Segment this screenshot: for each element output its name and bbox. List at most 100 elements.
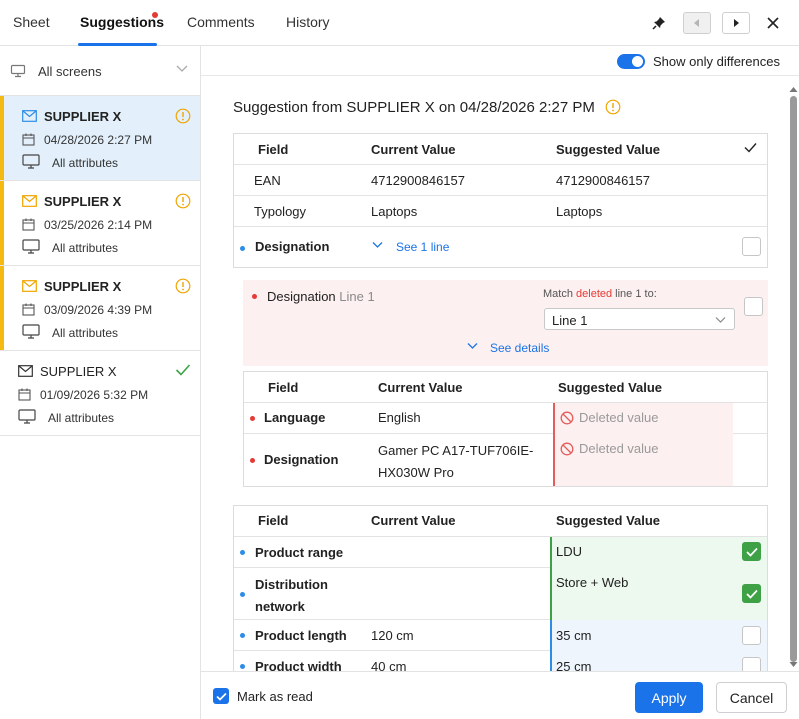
row-checkbox[interactable] xyxy=(742,542,761,561)
warning-icon xyxy=(175,108,191,124)
field-cell: Product length xyxy=(255,628,347,643)
table-header-row: Field Current Value Suggested Value xyxy=(234,506,767,537)
suggestion-table: Field Current Value Suggested Value EAN … xyxy=(233,133,768,268)
monitor-icon xyxy=(10,64,26,78)
deleted-bullet xyxy=(250,458,255,463)
suggestion-card[interactable]: SUPPLIER X 03/25/2026 2:14 PM All attrib… xyxy=(0,181,200,266)
pin-icon[interactable] xyxy=(647,12,671,34)
next-button[interactable] xyxy=(722,12,750,34)
header-suggested: Suggested Value xyxy=(558,380,663,395)
change-bullet xyxy=(240,246,245,251)
current-cell: English xyxy=(378,410,421,425)
row-checkbox[interactable] xyxy=(742,626,761,645)
select-value: Line 1 xyxy=(552,313,588,328)
card-scope: All attributes xyxy=(52,241,119,255)
previous-button[interactable] xyxy=(683,12,711,34)
tab-comments[interactable]: Comments xyxy=(187,14,255,30)
mark-as-read-checkbox[interactable] xyxy=(213,688,229,704)
card-date: 01/09/2026 5:32 PM xyxy=(40,388,149,402)
suggestion-table: Field Current Value Suggested Value Prod… xyxy=(233,505,768,671)
table-row: Distribution network Store + Web xyxy=(234,568,767,620)
change-bullet xyxy=(240,664,245,669)
change-bullet xyxy=(240,592,245,597)
see-lines-link[interactable]: See 1 line xyxy=(396,240,449,254)
warning-icon xyxy=(175,193,191,209)
accepted-value-cell xyxy=(550,537,767,568)
cancel-button[interactable]: Cancel xyxy=(716,682,787,713)
chevron-down-icon[interactable] xyxy=(372,241,383,249)
chevron-down-icon xyxy=(176,65,188,73)
screens-selector[interactable]: All screens xyxy=(0,46,200,96)
field-cell: Typology xyxy=(254,204,307,219)
field-cell: Designation xyxy=(255,239,330,254)
card-title: SUPPLIER X xyxy=(44,194,122,209)
calendar-icon xyxy=(18,388,31,401)
suggested-cell: Laptops xyxy=(556,204,603,219)
suggested-cell: 35 cm xyxy=(556,628,592,643)
action-footer: Mark as read Apply Cancel xyxy=(201,671,799,719)
deleted-bullet xyxy=(252,294,257,299)
card-date: 04/28/2026 2:27 PM xyxy=(44,133,153,147)
line-checkbox[interactable] xyxy=(744,297,763,316)
card-scope: All attributes xyxy=(52,156,119,170)
mail-icon xyxy=(22,195,37,207)
row-checkbox[interactable] xyxy=(742,657,761,671)
card-title: SUPPLIER X xyxy=(44,109,122,124)
header-suggested: Suggested Value xyxy=(556,513,661,528)
apply-button[interactable]: Apply xyxy=(635,682,703,713)
vertical-scrollbar[interactable] xyxy=(788,86,798,670)
see-details-link[interactable]: See details xyxy=(490,341,549,355)
deleted-bullet xyxy=(250,416,255,421)
close-icon[interactable] xyxy=(761,12,785,34)
header-current: Current Value xyxy=(371,142,456,157)
suggested-cell: 25 cm xyxy=(556,659,592,671)
header-field: Field xyxy=(268,380,299,395)
differences-toggle-row: Show only differences xyxy=(201,46,799,76)
chevron-down-icon[interactable] xyxy=(467,342,478,350)
pending-indicator-bar xyxy=(0,181,4,265)
table-row: Designation Gamer PC A17-TUF706IE-HX030W… xyxy=(244,434,767,486)
table-row: Typology Laptops Laptops xyxy=(234,196,767,227)
header-current: Current Value xyxy=(378,380,463,395)
suggested-cell: Store + Web xyxy=(556,575,629,590)
deleted-value-text: Deleted value xyxy=(579,441,659,456)
warning-icon xyxy=(605,99,621,115)
suggestion-heading: Suggestion from SUPPLIER X on 04/28/2026… xyxy=(233,96,621,116)
calendar-icon xyxy=(22,303,35,316)
select-all-check-icon[interactable] xyxy=(744,142,757,153)
calendar-icon xyxy=(22,218,35,231)
row-checkbox[interactable] xyxy=(742,237,761,256)
pending-indicator-bar xyxy=(0,96,4,180)
show-differences-toggle[interactable] xyxy=(617,54,645,69)
mail-icon xyxy=(18,365,33,377)
tab-sheet[interactable]: Sheet xyxy=(13,14,50,30)
suggestion-card[interactable]: SUPPLIER X 01/09/2026 5:32 PM All attrib… xyxy=(0,351,200,436)
suggested-cell: LDU xyxy=(556,544,583,559)
line-match-select[interactable]: Line 1 xyxy=(544,308,735,330)
row-checkbox[interactable] xyxy=(742,584,761,603)
prohibited-icon xyxy=(560,442,574,456)
checkmark-icon xyxy=(175,363,191,377)
notification-dot xyxy=(152,12,158,18)
mail-icon xyxy=(22,280,37,292)
field-cell: EAN xyxy=(254,173,281,188)
table-header-row: Field Current Value Suggested Value xyxy=(234,134,767,165)
scroll-down-arrow-icon xyxy=(789,662,798,667)
header-field: Field xyxy=(258,142,289,157)
header-current: Current Value xyxy=(371,513,456,528)
monitor-icon xyxy=(22,154,40,169)
suggestion-card[interactable]: SUPPLIER X 04/28/2026 2:27 PM All attrib… xyxy=(0,96,200,181)
suggestion-card[interactable]: SUPPLIER X 03/09/2026 4:39 PM All attrib… xyxy=(0,266,200,351)
toggle-knob xyxy=(632,56,643,67)
line-details-table: Field Current Value Suggested Value Lang… xyxy=(243,371,768,487)
scroll-thumb[interactable] xyxy=(790,96,797,662)
field-cell: Designation xyxy=(264,452,339,467)
card-title: SUPPLIER X xyxy=(40,364,117,379)
field-cell: Product width xyxy=(255,659,342,671)
suggestions-sidebar: All screens SUPPLIER X 04/28/2026 2:27 P… xyxy=(0,46,201,719)
current-cell: 40 cm xyxy=(371,659,407,671)
field-cell: Product range xyxy=(255,545,344,560)
tab-history[interactable]: History xyxy=(286,14,330,30)
card-date: 03/25/2026 2:14 PM xyxy=(44,218,153,232)
monitor-icon xyxy=(22,324,40,339)
